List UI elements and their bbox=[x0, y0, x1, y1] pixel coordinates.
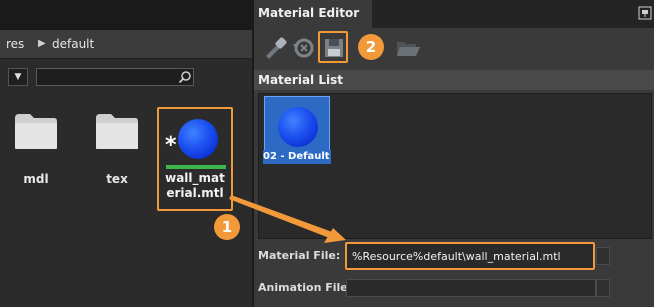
material-item-label: 02 - Default bbox=[263, 150, 331, 164]
animation-file-label: Animation File: bbox=[258, 281, 353, 294]
search-icon[interactable] bbox=[178, 70, 192, 84]
eyedropper-icon[interactable] bbox=[260, 34, 288, 62]
breadcrumb-root[interactable]: res bbox=[6, 37, 24, 51]
editor-tab[interactable]: Material Editor bbox=[254, 0, 372, 28]
material-file-label: Material File: bbox=[258, 249, 341, 262]
folder-icon bbox=[15, 114, 57, 149]
animation-file-browse-button[interactable] bbox=[596, 279, 610, 297]
editor-toolbar: 2 bbox=[254, 28, 654, 68]
animation-file-field[interactable] bbox=[346, 279, 596, 297]
pin-icon[interactable] bbox=[638, 6, 652, 20]
asset-search-input[interactable] bbox=[36, 68, 194, 86]
folder-icon bbox=[96, 114, 138, 149]
material-file-field[interactable]: %Resource%default\wall_material.mtl bbox=[345, 242, 595, 270]
breadcrumb-folder[interactable]: default bbox=[52, 37, 94, 51]
material-editor-panel: Material Editor 2 Material List 02 - Def… bbox=[254, 0, 654, 307]
reset-icon[interactable] bbox=[290, 34, 318, 62]
asset-browser-panel: res ▶ default ▼ mdl tex * wall_mat erial… bbox=[0, 0, 252, 307]
asset-filter-bar: ▼ bbox=[0, 59, 252, 93]
filter-dropdown-button[interactable]: ▼ bbox=[8, 68, 28, 86]
asset-label: wall_mat erial.mtl bbox=[159, 171, 231, 201]
editor-title: Material Editor bbox=[258, 6, 360, 20]
modified-marker: * bbox=[165, 133, 177, 158]
step-badge-1: 1 bbox=[214, 214, 240, 240]
material-file-value: %Resource%default\wall_material.mtl bbox=[352, 250, 561, 263]
step-badge-2: 2 bbox=[358, 34, 384, 60]
material-file-browse-button[interactable] bbox=[596, 247, 610, 265]
save-highlight-box bbox=[318, 31, 348, 63]
asset-label-line: wall_mat erial.mtl bbox=[165, 171, 225, 200]
material-list-header: Material List bbox=[254, 70, 654, 90]
asset-wall-material[interactable]: * wall_mat erial.mtl bbox=[157, 107, 233, 211]
material-sphere-icon bbox=[278, 107, 318, 147]
open-folder-icon[interactable] bbox=[394, 34, 422, 62]
breadcrumb-separator-icon: ▶ bbox=[38, 38, 46, 49]
material-list: 02 - Default bbox=[258, 93, 652, 239]
material-sphere-icon bbox=[178, 119, 218, 159]
asset-status-bar bbox=[166, 165, 226, 169]
asset-label: tex bbox=[106, 172, 128, 186]
material-list-title: Material List bbox=[258, 73, 343, 87]
asset-label: mdl bbox=[23, 172, 49, 186]
asset-browser-top-strip bbox=[0, 0, 252, 30]
breadcrumb: res ▶ default bbox=[0, 30, 252, 59]
editor-title-bar: Material Editor bbox=[254, 0, 654, 28]
chevron-down-icon: ▼ bbox=[14, 72, 22, 82]
